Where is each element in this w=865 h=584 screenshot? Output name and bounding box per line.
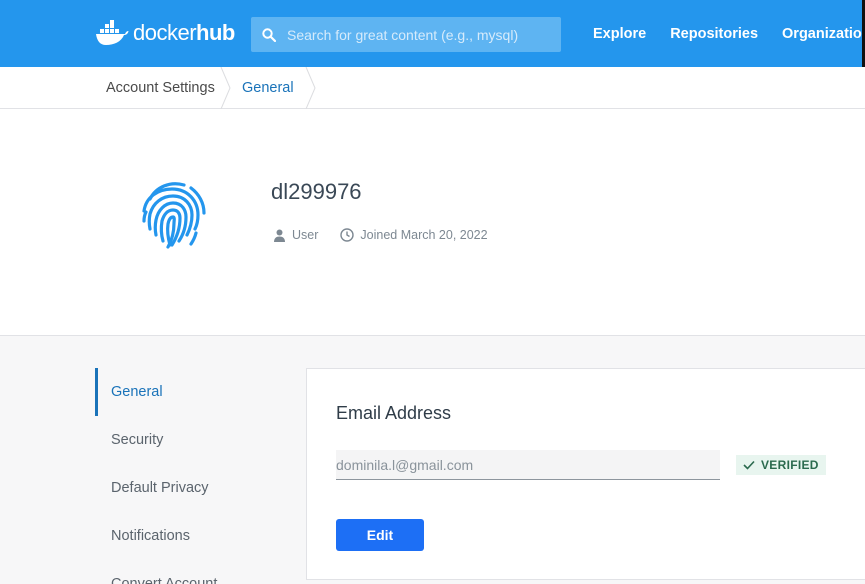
sidebar-item-default-privacy[interactable]: Default Privacy	[95, 464, 275, 512]
page: dockerhub Explore Repositories Organizat…	[0, 0, 865, 584]
sidebar-item-general[interactable]: General	[95, 368, 275, 416]
breadcrumb-general[interactable]: General	[242, 67, 294, 109]
email-field[interactable]	[336, 450, 720, 480]
email-card-title: Email Address	[336, 403, 452, 423]
search-icon	[251, 27, 287, 42]
search-box[interactable]	[251, 17, 561, 52]
nav-repositories[interactable]: Repositories	[670, 26, 758, 42]
edit-email-button[interactable]: Edit	[336, 519, 424, 551]
verified-badge: VERIFIED	[736, 455, 826, 475]
sidebar-item-convert-account[interactable]: Convert Account	[95, 560, 275, 584]
docker-hub-logo[interactable]: dockerhub	[95, 18, 235, 48]
profile-joined: Joined March 20, 2022	[340, 228, 488, 242]
settings-section: General Security Default Privacy Notific…	[0, 336, 865, 584]
nav-organizations[interactable]: Organizations	[782, 26, 865, 42]
email-address-card: Email Address VERIFIED Edit	[306, 368, 865, 580]
profile-role: User	[273, 228, 318, 242]
profile-header: dl299976 User Joined March 20, 2022	[0, 109, 865, 336]
sidebar-item-notifications[interactable]: Notifications	[95, 512, 275, 560]
fingerprint-avatar-icon	[142, 182, 206, 249]
logo-text: dockerhub	[133, 20, 235, 45]
breadcrumb: Account Settings General	[0, 67, 865, 109]
settings-sidebar: General Security Default Privacy Notific…	[95, 368, 275, 584]
breadcrumb-separator-icon	[220, 67, 231, 109]
breadcrumb-separator-icon	[305, 67, 316, 109]
main-nav: Explore Repositories Organizations	[593, 0, 865, 67]
clock-icon	[340, 228, 355, 242]
profile-meta: User Joined March 20, 2022	[273, 228, 510, 242]
docker-whale-icon	[96, 20, 129, 45]
search-input[interactable]	[287, 26, 547, 43]
sidebar-item-security[interactable]: Security	[95, 416, 275, 464]
checkmark-icon	[743, 460, 755, 470]
breadcrumb-account-settings[interactable]: Account Settings	[106, 67, 215, 109]
profile-username: dl299976	[271, 179, 362, 204]
top-navbar: dockerhub Explore Repositories Organizat…	[0, 0, 865, 67]
user-icon	[274, 229, 285, 242]
nav-explore[interactable]: Explore	[593, 26, 646, 42]
